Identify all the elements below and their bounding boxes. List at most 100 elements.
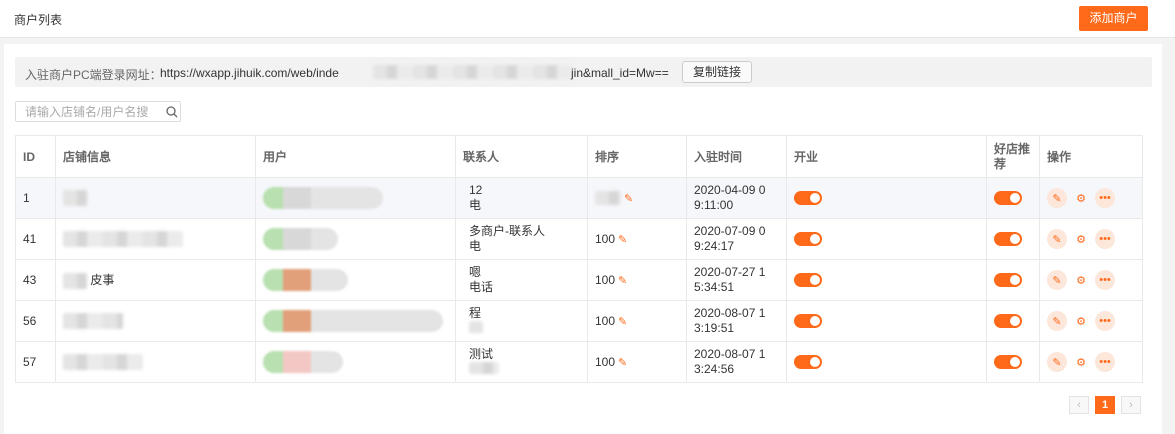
search-box [15,101,181,122]
redacted-shop [63,272,87,289]
pencil-icon[interactable]: ✎ [1047,270,1067,290]
table-row: 57 测试 100 ✎ 2020-08-07 1 3:24:56 ✎ ⚙ ••• [15,341,1143,383]
cell-actions: ✎ ⚙ ••• [1039,177,1143,219]
page-1-button[interactable]: 1 [1095,396,1115,414]
cell-id: 41 [15,218,56,260]
cell-contact: 程 [455,300,588,342]
more-icon[interactable]: ••• [1095,229,1115,249]
open-toggle[interactable] [794,273,822,288]
more-icon[interactable]: ••• [1095,188,1115,208]
cell-shop [55,177,256,219]
table-row: 41 多商户-联系人电 100 ✎ 2020-07-09 0 9:24:17 ✎ ⚙ •… [15,218,1143,260]
recommend-toggle[interactable] [994,191,1022,206]
more-icon[interactable]: ••• [1095,311,1115,331]
header-contact: 联系人 [455,135,588,178]
table-header-row: ID 店铺信息 用户 联系人 排序 入驻时间 开业 好店推荐 操作 [15,135,1143,178]
next-page-button[interactable]: › [1121,396,1141,414]
cell-time: 2020-04-09 0 9:11:00 [686,177,787,219]
search-icon[interactable] [166,106,178,118]
pencil-icon[interactable]: ✎ [618,275,627,287]
login-url-bar: 入驻商户PC端登录网址： https://wxapp.jihuik.com/we… [15,57,1152,87]
pencil-icon[interactable]: ✎ [618,234,627,246]
cell-open [786,300,987,342]
pencil-icon[interactable]: ✎ [1047,311,1067,331]
copy-link-button[interactable]: 复制链接 [682,61,752,83]
cell-contact: 12 电 [455,177,588,219]
cell-id: 56 [15,300,56,342]
cell-actions: ✎ ⚙ ••• [1039,341,1143,383]
page-title: 商户列表 [14,13,63,27]
header-actions: 操作 [1039,135,1143,178]
pencil-icon[interactable]: ✎ [618,357,627,369]
redacted-url [373,65,573,79]
cell-time: 2020-07-09 0 9:24:17 [686,218,787,260]
redacted-shop [63,231,183,247]
recommend-toggle[interactable] [994,355,1022,370]
header-open: 开业 [786,135,987,178]
gear-icon[interactable]: ⚙ [1073,229,1089,249]
cell-sort: ✎ [587,177,687,219]
cell-user [255,300,456,342]
add-merchant-button[interactable]: 添加商户 [1079,6,1148,31]
pencil-icon[interactable]: ✎ [1047,352,1067,372]
redacted-shop [63,190,87,206]
main-panel: 入驻商户PC端登录网址： https://wxapp.jihuik.com/we… [4,44,1162,434]
cell-id: 57 [15,341,56,383]
cell-actions: ✎ ⚙ ••• [1039,218,1143,260]
open-toggle[interactable] [794,232,822,247]
cell-user [255,177,456,219]
cell-sort: 100 ✎ [587,300,687,342]
header-shop-info: 店铺信息 [55,135,256,178]
cell-open [786,177,987,219]
pencil-icon[interactable]: ✎ [618,316,627,328]
cell-user [255,218,456,260]
cell-recommend [986,177,1040,219]
pencil-icon[interactable]: ✎ [624,193,633,205]
recommend-toggle[interactable] [994,314,1022,329]
cell-contact: 多商户-联系人电 [455,218,588,260]
cell-open [786,341,987,383]
more-icon[interactable]: ••• [1095,352,1115,372]
gear-icon[interactable]: ⚙ [1073,311,1089,331]
header-user: 用户 [255,135,456,178]
gear-icon[interactable]: ⚙ [1073,352,1089,372]
header-join-time: 入驻时间 [686,135,787,178]
table-row: 43 皮事 嗯电话 100 ✎ 2020-07-27 1 5:34:51 ✎ ⚙ ••• [15,259,1143,301]
pagination: ‹ 1 › [1069,396,1141,414]
redacted-shop [63,313,123,329]
pencil-icon[interactable]: ✎ [1047,229,1067,249]
cell-shop: 皮事 [55,259,256,301]
cell-shop [55,300,256,342]
redacted-contact [469,320,483,333]
header-sort: 排序 [587,135,687,178]
cell-id: 43 [15,259,56,301]
merchant-table: ID 店铺信息 用户 联系人 排序 入驻时间 开业 好店推荐 操作 1 12 电 … [15,135,1143,383]
header-id: ID [15,135,56,178]
cell-contact: 嗯电话 [455,259,588,301]
gear-icon[interactable]: ⚙ [1073,188,1089,208]
search-input[interactable] [16,102,161,121]
cell-time: 2020-07-27 1 5:34:51 [686,259,787,301]
cell-recommend [986,218,1040,260]
gear-icon[interactable]: ⚙ [1073,270,1089,290]
cell-recommend [986,341,1040,383]
table-row: 1 12 电 ✎ 2020-04-09 0 9:11:00 ✎ ⚙ ••• [15,177,1143,219]
avatar [263,187,383,209]
avatar [263,269,348,291]
cell-actions: ✎ ⚙ ••• [1039,259,1143,301]
cell-open [786,259,987,301]
redacted-contact [469,361,499,374]
cell-id: 1 [15,177,56,219]
pencil-icon[interactable]: ✎ [1047,188,1067,208]
open-toggle[interactable] [794,314,822,329]
recommend-toggle[interactable] [994,232,1022,247]
open-toggle[interactable] [794,355,822,370]
open-toggle[interactable] [794,191,822,206]
login-url-label: 入驻商户PC端登录网址： [25,68,162,82]
more-icon[interactable]: ••• [1095,270,1115,290]
recommend-toggle[interactable] [994,273,1022,288]
cell-recommend [986,259,1040,301]
cell-time: 2020-08-07 1 3:24:56 [686,341,787,383]
cell-user [255,259,456,301]
prev-page-button[interactable]: ‹ [1069,396,1089,414]
